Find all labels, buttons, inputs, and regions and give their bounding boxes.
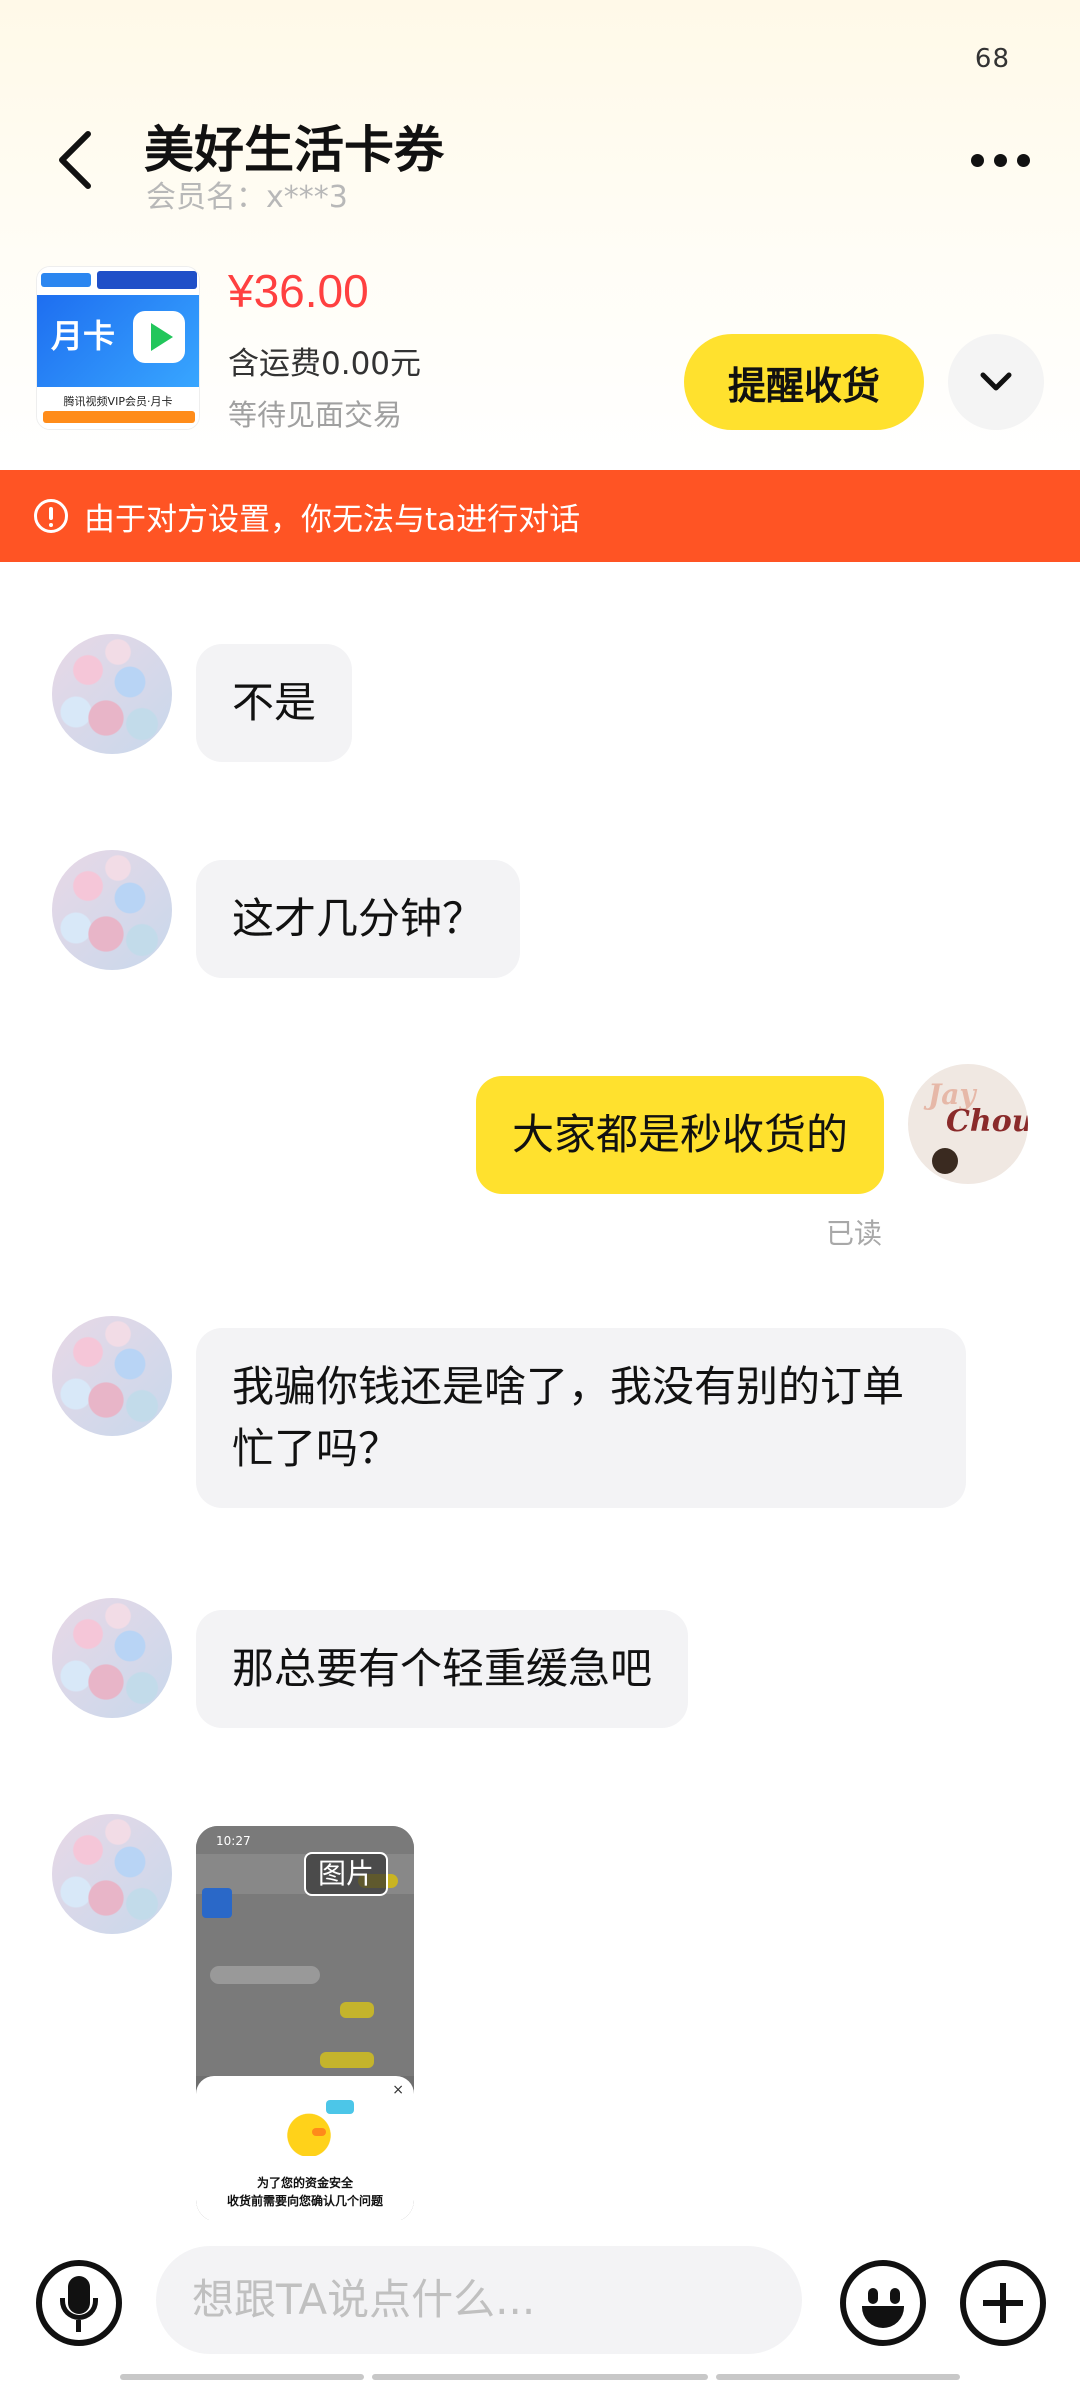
thumb-card-label: 月卡 — [51, 317, 116, 355]
warning-text: 由于对方设置，你无法与ta进行对话 — [84, 501, 581, 538]
remind-receipt-button[interactable]: 提醒收货 — [684, 334, 924, 430]
product-thumbnail[interactable]: 月卡 腾讯视频VIP会员·月卡 — [36, 266, 200, 430]
message-input[interactable]: 想跟TA说点什么... — [156, 2246, 802, 2354]
chevron-left-icon — [59, 131, 91, 189]
member-name: 会员名：x***3 — [146, 180, 348, 215]
exclamation-circle-icon — [34, 499, 68, 533]
plus-button[interactable] — [960, 2260, 1046, 2346]
chevron-down-icon — [980, 372, 1012, 391]
more-button[interactable] — [960, 138, 1040, 182]
more-dots-icon — [970, 153, 984, 167]
avatar[interactable] — [52, 850, 172, 970]
input-bar: 想跟TA说点什么... — [0, 2220, 1080, 2388]
close-icon: × — [392, 2082, 404, 2098]
message-bubble[interactable]: 这才几分钟？ — [196, 860, 521, 978]
preview-dialog: × 为了您的资金安全 收货前需要向您确认几个问题 — [196, 2076, 414, 2222]
shipping-fee: 含运费0.00元 — [228, 346, 422, 382]
message-bubble[interactable]: 那总要有个轻重缓急吧 — [196, 1610, 689, 1728]
emoji-button[interactable] — [840, 2260, 926, 2346]
home-indicator — [120, 2374, 364, 2380]
thumb-caption: 腾讯视频VIP会员·月卡 — [37, 387, 199, 429]
avatar-text-2: Chou — [946, 1104, 1028, 1139]
dialog-line-1: 为了您的资金安全 — [256, 2176, 353, 2190]
back-button[interactable] — [44, 120, 104, 200]
preview-time: 10:27 — [216, 1834, 251, 1848]
message-bubble[interactable]: 不是 — [196, 644, 353, 762]
expand-button[interactable] — [948, 334, 1044, 430]
read-status: 已读 — [826, 1217, 883, 1250]
status-number: 68 — [974, 44, 1010, 74]
avatar[interactable] — [52, 634, 172, 754]
message-bubble[interactable]: 我骗你钱还是啥了，我没有别的订单忙了吗？ — [196, 1328, 966, 1508]
image-message[interactable]: 10:27 图片 × 为了您的资金安全 收货前需要向您确认几个问题 — [196, 1826, 414, 2222]
avatar[interactable] — [52, 1316, 172, 1436]
warning-bar: 由于对方设置，你无法与ta进行对话 — [0, 470, 1080, 562]
avatar[interactable] — [52, 1814, 172, 1934]
message-bubble-mine[interactable]: 大家都是秒收货的 — [475, 1076, 884, 1194]
header-area: 68 美好生活卡券 会员名：x***3 月卡 腾讯视频VIP会员·月卡 ¥36.… — [0, 0, 1080, 470]
trade-status: 等待见面交易 — [228, 398, 403, 432]
my-avatar[interactable]: Jay Chou — [908, 1064, 1028, 1184]
home-indicator — [372, 2374, 708, 2380]
home-indicator — [716, 2374, 960, 2380]
avatar[interactable] — [52, 1598, 172, 1718]
mascot-icon — [284, 2110, 334, 2156]
product-price: ¥36.00 — [228, 265, 369, 317]
voice-button[interactable] — [36, 2260, 122, 2346]
dialog-line-2: 收货前需要向您确认几个问题 — [226, 2194, 383, 2208]
image-tag: 图片 — [304, 1852, 389, 1896]
play-icon — [133, 311, 185, 363]
